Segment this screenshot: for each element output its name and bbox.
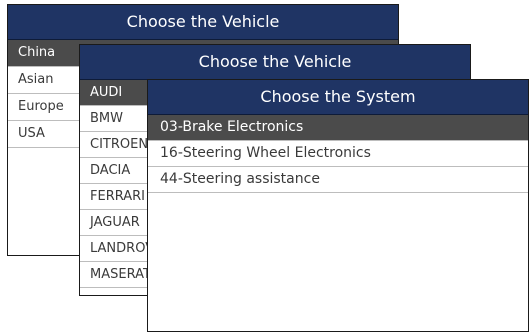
system-window: Choose the System 03-Brake Electronics 1… <box>147 79 529 332</box>
window-title: Choose the Vehicle <box>8 5 398 40</box>
window-title: Choose the System <box>148 80 528 115</box>
list-item-steering-wheel-electronics[interactable]: 16-Steering Wheel Electronics <box>148 141 528 167</box>
window-title: Choose the Vehicle <box>80 45 470 80</box>
list-item-brake-electronics[interactable]: 03-Brake Electronics <box>148 115 528 141</box>
system-list: 03-Brake Electronics 16-Steering Wheel E… <box>148 115 528 193</box>
list-item-steering-assistance[interactable]: 44-Steering assistance <box>148 167 528 193</box>
